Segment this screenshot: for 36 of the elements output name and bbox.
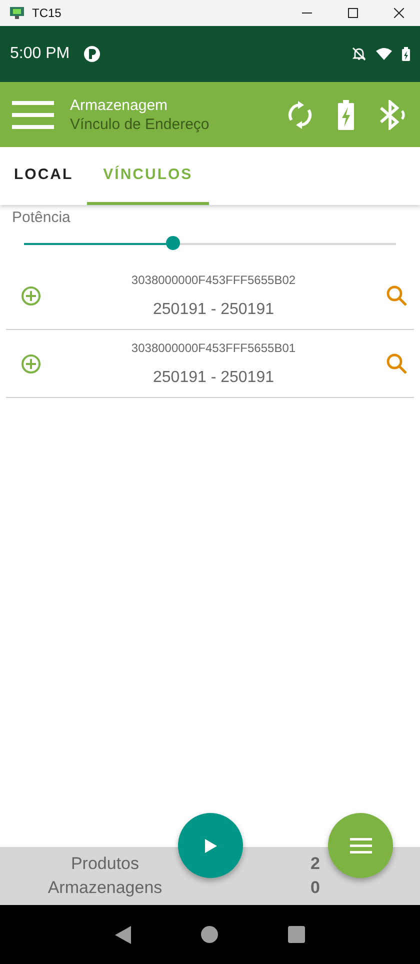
maximize-icon[interactable] bbox=[348, 8, 358, 18]
back-icon[interactable] bbox=[115, 926, 131, 944]
slider-thumb[interactable] bbox=[166, 236, 180, 250]
play-button[interactable] bbox=[178, 813, 243, 878]
wifi-icon bbox=[376, 48, 392, 60]
status-time: 5:00 PM bbox=[10, 45, 70, 63]
add-icon[interactable] bbox=[21, 354, 41, 374]
tag-code: 3038000000F453FFF5655B02 bbox=[131, 272, 296, 286]
app-subtitle: Vínculo de Endereço bbox=[70, 116, 210, 132]
app-icon bbox=[10, 7, 24, 19]
summary-label: Produtos bbox=[70, 853, 140, 875]
summary-label: Armazenagens bbox=[46, 877, 164, 899]
home-icon[interactable] bbox=[201, 926, 218, 943]
bluetooth-icon[interactable] bbox=[378, 100, 408, 130]
battery-charging-icon[interactable] bbox=[338, 100, 354, 130]
address-range: 250191 - 250191 bbox=[153, 300, 274, 318]
battery-icon bbox=[402, 47, 410, 61]
search-icon[interactable] bbox=[386, 284, 408, 306]
app-title: Armazenagem bbox=[70, 96, 169, 114]
close-icon[interactable] bbox=[394, 8, 404, 18]
bell-off-icon bbox=[352, 47, 366, 61]
search-icon[interactable] bbox=[386, 352, 408, 374]
menu-icon bbox=[350, 838, 372, 854]
address-range: 250191 - 250191 bbox=[153, 368, 274, 386]
add-icon[interactable] bbox=[21, 286, 41, 306]
menu-icon[interactable] bbox=[12, 100, 54, 128]
power-label: Potência bbox=[12, 209, 72, 226]
summary-value: 0 bbox=[310, 877, 320, 899]
summary-value: 2 bbox=[310, 853, 320, 875]
tab[interactable]: LOCAL bbox=[0, 147, 88, 205]
sync-icon[interactable] bbox=[286, 100, 314, 128]
window-title: TC15 bbox=[32, 6, 62, 20]
menu-button[interactable] bbox=[328, 813, 393, 878]
play-icon bbox=[204, 838, 216, 852]
tag-code: 3038000000F453FFF5655B01 bbox=[131, 340, 296, 354]
notification-icon bbox=[84, 46, 100, 62]
